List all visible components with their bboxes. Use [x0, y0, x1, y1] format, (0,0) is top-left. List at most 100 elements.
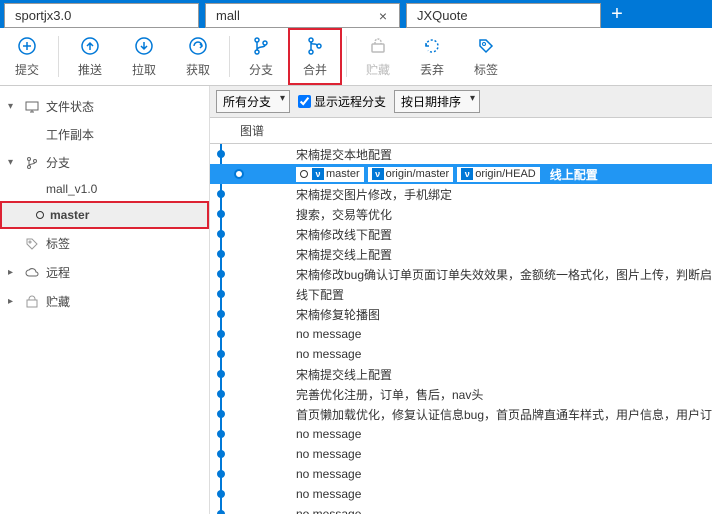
tag-button[interactable]: 标签: [459, 28, 513, 85]
commit-row[interactable]: 宋楠提交图片修改，手机绑定: [210, 184, 712, 204]
remote-badge: νorigin/master: [368, 167, 454, 182]
commit-node-icon: [214, 507, 228, 514]
commit-message: 线上配置: [544, 166, 598, 183]
commit-node-icon: [232, 167, 246, 181]
branch-badge: νmaster: [296, 167, 364, 182]
commit-node-icon: [214, 447, 228, 461]
commit-row[interactable]: 完善优化注册，订单，售后，nav头: [210, 384, 712, 404]
stash-button[interactable]: 贮藏: [351, 28, 405, 85]
sidebar-label: 文件状态: [46, 98, 94, 115]
commit-row[interactable]: no message: [210, 324, 712, 344]
commit-node-icon: [214, 307, 228, 321]
commit-row[interactable]: 搜索，交易等优化: [210, 204, 712, 224]
branch-button[interactable]: 分支: [234, 28, 288, 85]
commit-row[interactable]: no message: [210, 444, 712, 464]
tag-icon: [24, 236, 40, 252]
show-remote-checkbox[interactable]: 显示远程分支: [298, 93, 386, 110]
commit-message: 宋楠修改bug确认订单页面订单失效效果，金额统一格式化，图片上传，判断启: [228, 266, 712, 283]
branch-filter-dropdown[interactable]: 所有分支: [216, 90, 290, 113]
commit-message: 搜索，交易等优化: [228, 206, 392, 223]
sidebar-section-remotes[interactable]: ▸ 远程: [0, 258, 209, 287]
push-button[interactable]: 推送: [63, 28, 117, 85]
merge-button[interactable]: 合并: [288, 28, 342, 85]
sidebar-branch-item[interactable]: mall_v1.0: [0, 177, 209, 201]
commit-node-icon: [214, 267, 228, 281]
filter-bar: 所有分支 显示远程分支 按日期排序: [210, 86, 712, 118]
commit-message: 宋楠提交本地配置: [228, 146, 392, 163]
merge-icon: [304, 35, 326, 57]
sidebar-section-tags[interactable]: ▸ 标签: [0, 229, 209, 258]
sidebar-branch-item-current[interactable]: master: [0, 201, 209, 229]
sort-dropdown[interactable]: 按日期排序: [394, 90, 480, 113]
commit-message: no message: [228, 487, 361, 501]
discard-button[interactable]: 丢弃: [405, 28, 459, 85]
sidebar-label: 贮藏: [46, 293, 70, 310]
commit-node-icon: [214, 247, 228, 261]
repo-tabs-bar: sportjx3.0 mall× JXQuote +: [0, 0, 712, 28]
graph-column-header: 图谱: [210, 118, 712, 144]
repo-tab[interactable]: JXQuote: [406, 3, 601, 28]
commit-row[interactable]: no message: [210, 344, 712, 364]
sidebar-item-working-copy[interactable]: 工作副本: [0, 121, 209, 148]
pull-icon: [133, 35, 155, 57]
chevron-down-icon: ▾: [8, 101, 18, 112]
discard-icon: [421, 35, 443, 57]
sidebar-label: 远程: [46, 264, 70, 281]
commit-button[interactable]: 提交: [0, 28, 54, 85]
commit-row[interactable]: 宋楠提交本地配置: [210, 144, 712, 164]
commit-row[interactable]: no message: [210, 504, 712, 514]
commit-row[interactable]: 线下配置: [210, 284, 712, 304]
commit-node-icon: [214, 387, 228, 401]
commit-row[interactable]: 宋楠提交线上配置: [210, 364, 712, 384]
commit-node-icon: [214, 227, 228, 241]
sidebar-section-stashes[interactable]: ▸ 贮藏: [0, 287, 209, 316]
commit-icon: [16, 35, 38, 57]
commit-row[interactable]: 首页懒加载优化，修复认证信息bug，首页品牌直通车样式，用户信息，用户订: [210, 404, 712, 424]
cloud-icon: [24, 265, 40, 281]
commit-node-icon: [214, 467, 228, 481]
toolbar: 提交 推送 拉取 获取 分支 合并 贮藏 丢弃 标签: [0, 28, 712, 86]
commit-message: no message: [228, 347, 361, 361]
commit-message: 首页懒加载优化，修复认证信息bug，首页品牌直通车样式，用户信息，用户订: [228, 406, 712, 423]
commit-node-icon: [214, 287, 228, 301]
commit-row[interactable]: 宋楠修改bug确认订单页面订单失效效果，金额统一格式化，图片上传，判断启: [210, 264, 712, 284]
commit-node-icon: [214, 347, 228, 361]
close-icon[interactable]: ×: [377, 8, 389, 24]
remote-badge: νorigin/HEAD: [457, 167, 540, 182]
push-icon: [79, 35, 101, 57]
commit-message: 宋楠提交线上配置: [228, 246, 392, 263]
sidebar-section-branches[interactable]: ▾ 分支: [0, 148, 209, 177]
commit-message: no message: [228, 447, 361, 461]
commit-row[interactable]: no message: [210, 484, 712, 504]
commit-node-icon: [214, 187, 228, 201]
sidebar-label: 标签: [46, 235, 70, 252]
pull-button[interactable]: 拉取: [117, 28, 171, 85]
commit-node-icon: [214, 367, 228, 381]
tag-icon: [475, 35, 497, 57]
fetch-button[interactable]: 获取: [171, 28, 225, 85]
repo-tab-active[interactable]: mall×: [205, 3, 400, 28]
commit-row[interactable]: 宋楠修改线下配置: [210, 224, 712, 244]
commit-message: 线下配置: [228, 286, 344, 303]
stash-icon: [24, 294, 40, 310]
commit-row[interactable]: no message: [210, 424, 712, 444]
commit-message: 宋楠提交线上配置: [228, 366, 392, 383]
repo-tab[interactable]: sportjx3.0: [4, 3, 199, 28]
commit-message: 宋楠提交图片修改，手机绑定: [228, 186, 452, 203]
commit-row[interactable]: no message: [210, 464, 712, 484]
commit-list: 宋楠提交本地配置 νmaster νorigin/masterνorigin/HEA…: [210, 144, 712, 514]
sidebar-label: 分支: [46, 154, 70, 171]
chevron-down-icon: ▾: [8, 157, 18, 168]
commit-row[interactable]: νmaster νorigin/masterνorigin/HEAD 线上配置: [210, 164, 712, 184]
current-branch-indicator-icon: [36, 211, 44, 219]
branch-icon: [24, 155, 40, 171]
commit-node-icon: [214, 487, 228, 501]
add-tab-button[interactable]: +: [603, 0, 631, 28]
commit-row[interactable]: 宋楠修复轮播图: [210, 304, 712, 324]
commit-message: 宋楠修改线下配置: [228, 226, 392, 243]
commit-message: no message: [228, 467, 361, 481]
monitor-icon: [24, 99, 40, 115]
commit-row[interactable]: 宋楠提交线上配置: [210, 244, 712, 264]
branch-icon: [250, 35, 272, 57]
sidebar-section-file-status[interactable]: ▾ 文件状态: [0, 92, 209, 121]
